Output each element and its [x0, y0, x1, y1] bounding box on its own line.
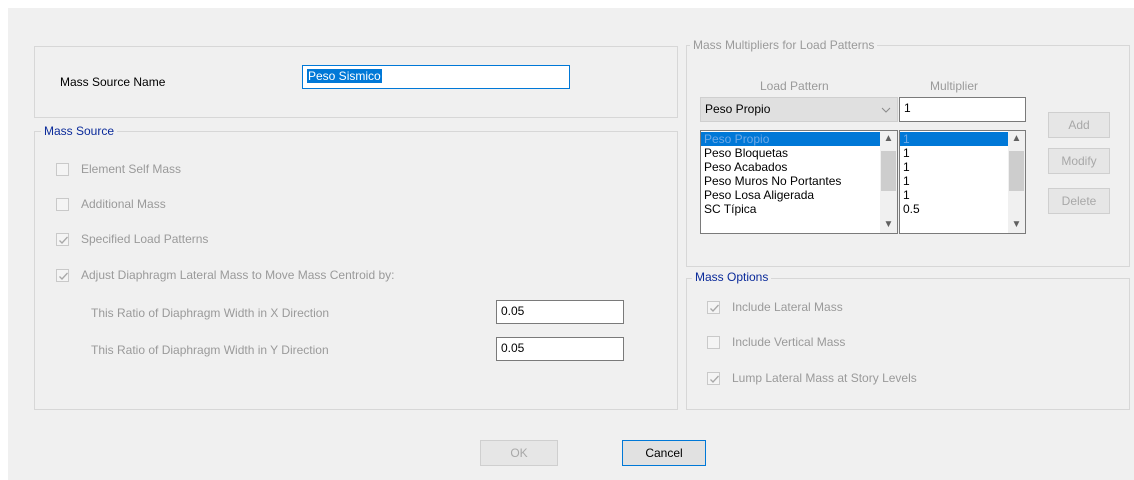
- specified-load-patterns-label: Specified Load Patterns: [81, 232, 209, 246]
- list-item[interactable]: 1: [900, 160, 1025, 174]
- multiplier-input-value: 1: [904, 101, 911, 115]
- cancel-button[interactable]: Cancel: [622, 440, 706, 466]
- ratio-x-input[interactable]: 0.05: [496, 300, 624, 324]
- mass-source-dialog: Mass Source Name Peso Sismico Mass Sourc…: [8, 8, 1134, 480]
- checkmark-icon: [710, 375, 719, 383]
- load-pattern-list[interactable]: Peso Propio Peso Bloquetas Peso Acabados…: [700, 130, 898, 234]
- list-item[interactable]: 1: [900, 132, 1025, 146]
- include-lateral-mass-label: Include Lateral Mass: [732, 300, 843, 314]
- ratio-y-value: 0.05: [501, 341, 525, 355]
- mass-source-legend: Mass Source: [41, 124, 118, 138]
- checkmark-icon: [59, 236, 68, 244]
- additional-mass-label: Additional Mass: [81, 197, 166, 211]
- scroll-up-icon[interactable]: ▲: [1008, 131, 1025, 147]
- multiplier-list[interactable]: 1 1 1 1 1 0.5 ▲ ▼: [899, 130, 1026, 234]
- list-item[interactable]: Peso Muros No Portantes: [701, 174, 897, 188]
- include-vertical-mass-checkbox[interactable]: [707, 336, 720, 349]
- lump-lateral-mass-checkbox[interactable]: [707, 372, 720, 385]
- multiplier-scrollbar[interactable]: ▲ ▼: [1008, 131, 1025, 233]
- list-item[interactable]: 1: [900, 146, 1025, 160]
- list-item[interactable]: SC Típica: [701, 202, 897, 216]
- ratio-x-value: 0.05: [501, 304, 525, 318]
- ratio-y-label: This Ratio of Diaphragm Width in Y Direc…: [91, 343, 329, 357]
- list-item[interactable]: 1: [900, 174, 1025, 188]
- element-self-mass-label: Element Self Mass: [81, 162, 182, 176]
- modify-button[interactable]: Modify: [1048, 148, 1110, 174]
- checkmark-icon: [710, 304, 719, 312]
- include-vertical-mass-label: Include Vertical Mass: [732, 335, 846, 349]
- list-item[interactable]: 1: [900, 188, 1025, 202]
- list-item[interactable]: Peso Losa Aligerada: [701, 188, 897, 202]
- scroll-down-icon[interactable]: ▼: [1008, 217, 1025, 233]
- adjust-diaphragm-checkbox[interactable]: [56, 269, 69, 282]
- scrollbar-thumb[interactable]: [1009, 151, 1024, 191]
- multiplier-input[interactable]: 1: [899, 97, 1026, 122]
- load-pattern-column-header: Load Pattern: [760, 79, 829, 93]
- include-lateral-mass-checkbox[interactable]: [707, 301, 720, 314]
- ok-button[interactable]: OK: [480, 440, 558, 466]
- mass-source-name-input[interactable]: Peso Sismico: [302, 65, 570, 89]
- additional-mass-checkbox[interactable]: [56, 198, 69, 211]
- specified-load-patterns-checkbox[interactable]: [56, 233, 69, 246]
- lump-lateral-mass-label: Lump Lateral Mass at Story Levels: [732, 371, 917, 385]
- add-button[interactable]: Add: [1048, 112, 1110, 138]
- load-pattern-combo-value: Peso Propio: [705, 102, 771, 116]
- scroll-down-icon[interactable]: ▼: [880, 217, 897, 233]
- list-item[interactable]: Peso Bloquetas: [701, 146, 897, 160]
- load-pattern-scrollbar[interactable]: ▲ ▼: [880, 131, 897, 233]
- delete-button[interactable]: Delete: [1048, 188, 1110, 214]
- scroll-up-icon[interactable]: ▲: [880, 131, 897, 147]
- ratio-x-label: This Ratio of Diaphragm Width in X Direc…: [91, 306, 330, 320]
- mass-multipliers-legend: Mass Multipliers for Load Patterns: [690, 38, 878, 52]
- list-item[interactable]: 0.5: [900, 202, 1025, 216]
- mass-source-name-label: Mass Source Name: [60, 75, 166, 89]
- chevron-down-icon: [881, 107, 891, 113]
- mass-source-name-value: Peso Sismico: [307, 69, 382, 83]
- list-item[interactable]: Peso Acabados: [701, 160, 897, 174]
- ratio-y-input[interactable]: 0.05: [496, 337, 624, 361]
- element-self-mass-checkbox[interactable]: [56, 163, 69, 176]
- multiplier-column-header: Multiplier: [930, 79, 979, 93]
- adjust-diaphragm-label: Adjust Diaphragm Lateral Mass to Move Ma…: [81, 268, 395, 282]
- list-item[interactable]: Peso Propio: [701, 132, 897, 146]
- load-pattern-combo[interactable]: Peso Propio: [700, 97, 898, 122]
- checkmark-icon: [59, 272, 68, 280]
- mass-options-legend: Mass Options: [692, 270, 772, 284]
- scrollbar-thumb[interactable]: [881, 151, 896, 191]
